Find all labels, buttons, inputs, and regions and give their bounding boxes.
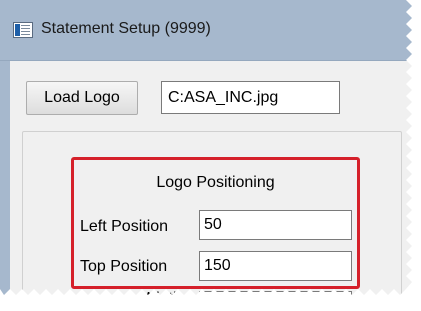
- statement-setup-window: Statement Setup (9999) Load Logo C:ASA_I…: [0, 0, 412, 307]
- width-label: Width: [141, 290, 182, 307]
- load-logo-button[interactable]: Load Logo: [26, 81, 138, 115]
- width-field[interactable]: [199, 291, 352, 295]
- top-position-field[interactable]: 150: [199, 251, 352, 281]
- window-title: Statement Setup (9999): [41, 20, 211, 37]
- left-position-label: Left Position: [80, 218, 169, 235]
- title-bar[interactable]: Statement Setup (9999): [0, 0, 412, 61]
- logo-positioning-title: Logo Positioning: [156, 174, 275, 191]
- logo-path-field[interactable]: C:ASA_INC.jpg: [161, 81, 340, 114]
- top-position-label: Top Position: [80, 258, 168, 275]
- left-position-field[interactable]: 50: [199, 210, 352, 240]
- window-app-icon: [13, 22, 33, 38]
